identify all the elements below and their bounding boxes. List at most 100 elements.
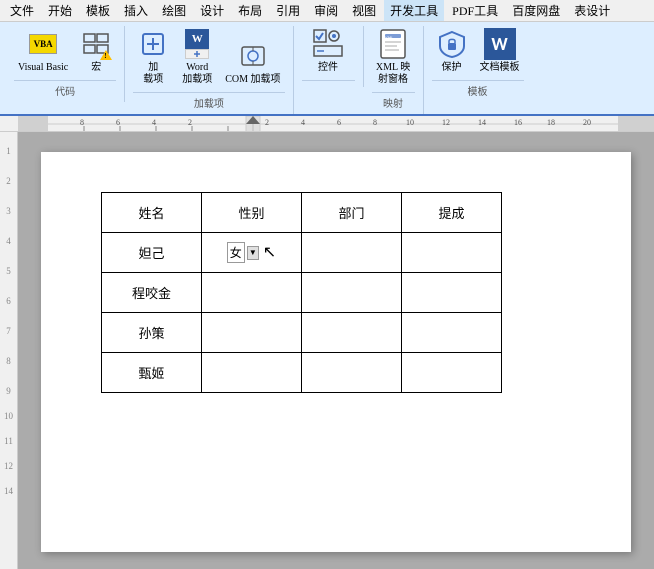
left-sidebar: 1 2 3 4 5 6 7 8 9 10 11 12 14 bbox=[0, 132, 18, 569]
menu-start[interactable]: 开始 bbox=[42, 0, 78, 21]
cell-name-3: 孙策 bbox=[102, 313, 202, 353]
svg-text:4: 4 bbox=[301, 118, 305, 127]
cell-gender-3 bbox=[202, 313, 302, 353]
menu-design[interactable]: 设计 bbox=[194, 0, 230, 21]
addins-group-label: 加载项 bbox=[133, 92, 284, 110]
page-marker-4: 4 bbox=[6, 236, 11, 246]
page-marker-9: 9 bbox=[6, 386, 11, 396]
svg-text:8: 8 bbox=[373, 118, 377, 127]
cursor-pointer: ↖ bbox=[263, 245, 276, 261]
svg-text:4: 4 bbox=[152, 118, 156, 127]
svg-text:20: 20 bbox=[583, 118, 591, 127]
cell-commission-2 bbox=[402, 273, 502, 313]
svg-text:12: 12 bbox=[442, 118, 450, 127]
vbasic-label: Visual Basic bbox=[18, 62, 68, 74]
svg-text:6: 6 bbox=[116, 118, 120, 127]
menu-draw[interactable]: 绘图 bbox=[156, 0, 192, 21]
page-marker-11: 11 bbox=[4, 436, 13, 446]
svg-text:8: 8 bbox=[80, 118, 84, 127]
dropdown-value[interactable]: 女 bbox=[227, 242, 245, 263]
vbasic-button[interactable]: VBA Visual Basic bbox=[14, 26, 72, 76]
control-button[interactable]: 控件 bbox=[308, 26, 348, 76]
page-marker-13: 14 bbox=[4, 486, 13, 496]
page-marker-8: 8 bbox=[6, 356, 11, 366]
gender-dropdown[interactable]: 女 ▼ ↖ bbox=[214, 242, 289, 263]
menu-bar: 文件 开始 模板 插入 绘图 设计 布局 引用 审阅 视图 开发工具 PDF工具… bbox=[0, 0, 654, 22]
ruler: 8 6 4 2 2 4 6 8 10 12 14 16 18 20 bbox=[0, 116, 654, 132]
protect-icon bbox=[438, 30, 466, 58]
svg-text:XML: XML bbox=[385, 36, 394, 42]
svg-text:2: 2 bbox=[265, 118, 269, 127]
doc-template-label: 文档模板 bbox=[480, 62, 520, 74]
menu-review[interactable]: 审阅 bbox=[308, 0, 344, 21]
cell-dept-3 bbox=[302, 313, 402, 353]
page-marker-7: 7 bbox=[6, 326, 11, 336]
menu-pdf[interactable]: PDF工具 bbox=[446, 0, 504, 21]
svg-text:6: 6 bbox=[337, 118, 341, 127]
add-label: 加载项 bbox=[143, 62, 163, 86]
ribbon: VBA Visual Basic bbox=[0, 22, 654, 116]
control-label: 控件 bbox=[318, 62, 338, 74]
com-icon bbox=[239, 42, 267, 70]
control-group-label bbox=[302, 80, 355, 83]
document-area: 姓名 性别 部门 提成 妲己 女 bbox=[18, 132, 654, 569]
page-marker-3: 3 bbox=[6, 206, 11, 216]
cell-commission-1 bbox=[402, 233, 502, 273]
macro-button[interactable]: ! 宏 bbox=[76, 26, 116, 76]
svg-text:14: 14 bbox=[478, 118, 486, 127]
menu-baidu[interactable]: 百度网盘 bbox=[506, 0, 566, 21]
table-header-row: 姓名 性别 部门 提成 bbox=[102, 193, 502, 233]
protect-label: 保护 bbox=[442, 62, 462, 74]
layout-wrapper: 1 2 3 4 5 6 7 8 9 10 11 12 14 姓名 性别 部门 提… bbox=[0, 132, 654, 569]
doc-template-button[interactable]: W 文档模板 bbox=[476, 26, 524, 76]
menu-developer[interactable]: 开发工具 bbox=[384, 0, 444, 21]
dropdown-arrow[interactable]: ▼ bbox=[247, 246, 259, 260]
svg-text:2: 2 bbox=[188, 118, 192, 127]
page-marker-1: 1 bbox=[6, 146, 11, 156]
ribbon-group-template: 保护 W 文档模板 模板 bbox=[424, 26, 532, 102]
cell-gender-1[interactable]: 女 ▼ ↖ bbox=[202, 233, 302, 273]
menu-file[interactable]: 文件 bbox=[4, 0, 40, 21]
ribbon-group-addins: 加载项 W Wo bbox=[125, 26, 293, 114]
protect-button[interactable]: 保护 bbox=[432, 26, 472, 76]
ribbon-group-code: VBA Visual Basic bbox=[6, 26, 125, 102]
header-name: 姓名 bbox=[102, 193, 202, 233]
menu-template[interactable]: 模板 bbox=[80, 0, 116, 21]
svg-text:16: 16 bbox=[514, 118, 522, 127]
menu-view[interactable]: 视图 bbox=[346, 0, 382, 21]
ruler-inner: 8 6 4 2 2 4 6 8 10 12 14 16 18 20 bbox=[18, 116, 654, 131]
ruler-svg: 8 6 4 2 2 4 6 8 10 12 14 16 18 20 bbox=[18, 116, 654, 132]
word-addin-plus-icon bbox=[189, 50, 205, 58]
table-row: 妲己 女 ▼ ↖ bbox=[102, 233, 502, 273]
page-marker-12: 12 bbox=[4, 461, 13, 471]
com-addin-button[interactable]: COM 加载项 bbox=[221, 38, 284, 88]
xml-map-button[interactable]: XML XML 映射窗格 bbox=[372, 26, 414, 88]
com-addin-label: COM 加载项 bbox=[225, 74, 280, 86]
menu-table-design[interactable]: 表设计 bbox=[568, 0, 616, 21]
add-button[interactable]: 加载项 bbox=[133, 26, 173, 88]
header-commission: 提成 bbox=[402, 193, 502, 233]
svg-text:10: 10 bbox=[406, 118, 414, 127]
menu-layout[interactable]: 布局 bbox=[232, 0, 268, 21]
word-template-icon: W bbox=[484, 28, 516, 60]
add-icon bbox=[139, 30, 167, 58]
vba-icon: VBA bbox=[29, 34, 57, 54]
cell-gender-2 bbox=[202, 273, 302, 313]
word-addin-button[interactable]: W Word加载项 bbox=[177, 26, 217, 88]
table-row: 甄姬 bbox=[102, 353, 502, 393]
page-marker-10: 10 bbox=[4, 411, 13, 421]
dropdown-text: 女 bbox=[230, 244, 242, 261]
control-icon bbox=[312, 28, 344, 60]
cell-name-4: 甄姬 bbox=[102, 353, 202, 393]
menu-ref[interactable]: 引用 bbox=[270, 0, 306, 21]
cell-commission-4 bbox=[402, 353, 502, 393]
table-row: 孙策 bbox=[102, 313, 502, 353]
menu-insert[interactable]: 插入 bbox=[118, 0, 154, 21]
template-group-label: 模板 bbox=[432, 80, 524, 98]
xml-map-label: XML 映射窗格 bbox=[376, 62, 410, 86]
cell-dept-4 bbox=[302, 353, 402, 393]
cell-name-1: 妲己 bbox=[102, 233, 202, 273]
cell-commission-3 bbox=[402, 313, 502, 353]
code-group-label: 代码 bbox=[14, 80, 116, 98]
data-table: 姓名 性别 部门 提成 妲己 女 bbox=[101, 192, 502, 393]
